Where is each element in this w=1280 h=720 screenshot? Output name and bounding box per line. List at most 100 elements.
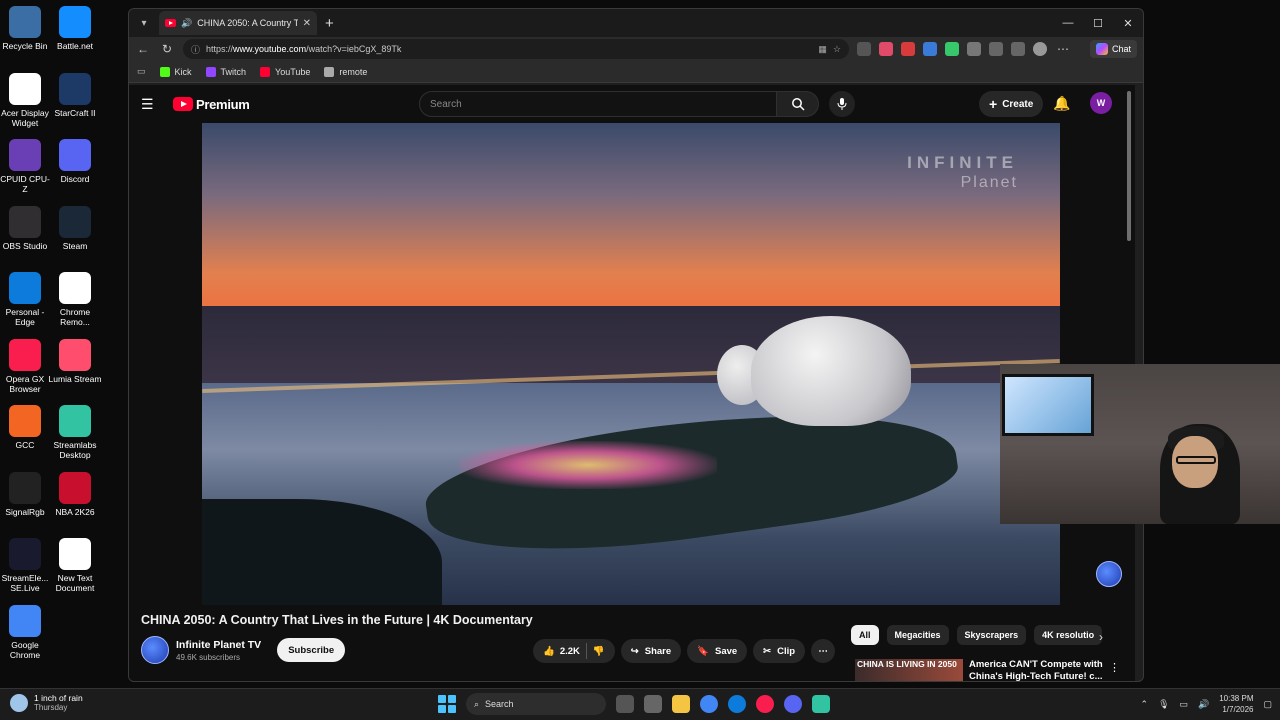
maximize-icon[interactable]: ☐ xyxy=(1083,9,1113,37)
opera-gx-icon[interactable] xyxy=(756,695,774,713)
desktop-icon[interactable]: StreamEle... SE.Live xyxy=(0,538,52,593)
favorite-twitch[interactable]: Twitch xyxy=(205,66,246,77)
desktop-icon[interactable]: Streamlabs Desktop xyxy=(48,405,102,460)
site-info-icon[interactable]: ⓘ xyxy=(191,43,200,56)
chip-megacities[interactable]: Megacities xyxy=(886,625,949,645)
create-button[interactable]: + Create xyxy=(979,91,1044,117)
profile-icon[interactable] xyxy=(1033,42,1047,56)
extension-icon-5[interactable] xyxy=(945,42,959,56)
extension-icon-2[interactable] xyxy=(879,42,893,56)
chip-4k-resolution[interactable]: 4K resolutio xyxy=(1034,625,1103,645)
more-menu-icon[interactable]: ⋯ xyxy=(1055,42,1071,56)
channel-watermark-globe-icon[interactable] xyxy=(1096,561,1122,587)
edge-icon[interactable] xyxy=(728,695,746,713)
desktop-icon[interactable]: Personal - Edge xyxy=(0,272,52,327)
share-button[interactable]: ↪ Share xyxy=(620,639,682,663)
video-player[interactable]: INFINITE Planet xyxy=(202,123,1060,605)
chip-skyscrapers[interactable]: Skyscrapers xyxy=(956,625,1027,645)
weather-widget[interactable]: 1 inch of rain Thursday xyxy=(10,693,83,712)
split-screen-icon[interactable]: ▦ xyxy=(818,44,827,55)
close-window-icon[interactable]: ✕ xyxy=(1113,9,1143,37)
desktop-icon[interactable]: StarCraft II xyxy=(48,72,102,118)
desktop-icon[interactable]: Google Chrome xyxy=(0,604,52,660)
tab-youtube[interactable]: 🔊 CHINA 2050: A Country That L ✕ xyxy=(159,11,317,35)
tab-search-icon[interactable]: ▭ xyxy=(137,66,146,77)
search-input[interactable] xyxy=(419,91,777,117)
recommended-title[interactable]: America CAN'T Compete with China's High-… xyxy=(969,659,1125,681)
youtube-premium-logo[interactable]: Premium xyxy=(173,97,250,112)
tray-chevron-up-icon[interactable]: ⌃ xyxy=(1141,699,1149,710)
desktop-icon[interactable]: New Text Document xyxy=(48,538,102,593)
clip-button[interactable]: ✂ Clip xyxy=(753,639,806,663)
widgets-icon[interactable] xyxy=(644,695,662,713)
streamlabs-icon[interactable] xyxy=(812,695,830,713)
scrollbar-thumb[interactable] xyxy=(1127,91,1131,241)
save-button[interactable]: 🔖 Save xyxy=(687,639,748,663)
chip-all[interactable]: All xyxy=(851,625,879,645)
extension-icon-1[interactable] xyxy=(857,42,871,56)
favorites-icon[interactable] xyxy=(1011,42,1025,56)
recommended-video[interactable]: CHINA IS LIVING IN 2050 America CAN'T Co… xyxy=(855,659,1125,681)
desktop-icon[interactable]: OBS Studio xyxy=(0,205,52,251)
minimize-icon[interactable]: — xyxy=(1053,9,1083,37)
favorite-kick[interactable]: Kick xyxy=(159,66,192,77)
extensions-puzzle-icon[interactable] xyxy=(989,42,1003,56)
chat-button[interactable]: Chat xyxy=(1089,40,1137,58)
extension-icon-3[interactable] xyxy=(901,42,915,56)
file-explorer-icon[interactable] xyxy=(672,695,690,713)
tab-actions-chevron-icon[interactable]: ▾ xyxy=(133,12,155,34)
task-view-icon[interactable] xyxy=(616,695,634,713)
desktop-icon[interactable]: Recycle Bin xyxy=(0,6,52,51)
desktop-icon[interactable]: Opera GX Browser xyxy=(0,338,52,394)
desktop-icon[interactable]: Chrome Remo... xyxy=(48,272,102,327)
favorite-star-icon[interactable]: ☆ xyxy=(833,44,841,55)
account-avatar[interactable]: W xyxy=(1090,92,1112,114)
menu-hamburger-icon[interactable]: ☰ xyxy=(141,96,155,113)
kick-icon xyxy=(159,66,170,77)
extension-icon-4[interactable] xyxy=(923,42,937,56)
tray-volume-icon[interactable]: 🔊 xyxy=(1198,699,1209,710)
more-actions-button[interactable]: ⋯ xyxy=(811,639,836,663)
desktop-app-icon xyxy=(59,72,91,105)
search-button[interactable] xyxy=(777,91,819,117)
url-field[interactable]: ⓘ https://www.youtube.com/watch?v=iebCgX… xyxy=(183,39,849,59)
back-arrow-icon[interactable]: ← xyxy=(135,42,151,56)
desktop-icon[interactable]: Discord xyxy=(48,139,102,184)
favorite-remote[interactable]: remote xyxy=(324,66,367,77)
tab-close-icon[interactable]: ✕ xyxy=(303,18,311,29)
extension-icon-6[interactable] xyxy=(967,42,981,56)
channel-name[interactable]: Infinite Planet TV xyxy=(176,639,261,651)
desktop-icon[interactable]: NBA 2K26 xyxy=(48,471,102,517)
desktop-icon[interactable]: SignalRgb xyxy=(0,471,52,517)
subscribe-button[interactable]: Subscribe xyxy=(277,638,346,662)
speaker-icon[interactable]: 🔊 xyxy=(181,18,192,29)
youtube-header: ☰ Premium + Create 🔔 W xyxy=(129,85,1135,123)
like-button[interactable]: 👍 2.2K xyxy=(543,646,580,657)
discord-icon[interactable] xyxy=(784,695,802,713)
like-count: 2.2K xyxy=(559,645,580,657)
voice-search-button[interactable] xyxy=(829,91,855,117)
taskbar-search[interactable]: ⌕ Search xyxy=(466,693,606,715)
channel-avatar[interactable] xyxy=(141,636,169,664)
desktop-icon[interactable]: Steam xyxy=(48,205,102,251)
notification-icon[interactable]: ▢ xyxy=(1263,699,1272,710)
refresh-icon[interactable]: ↻ xyxy=(159,42,175,56)
notifications-bell-icon[interactable]: 🔔 xyxy=(1053,95,1070,112)
clock[interactable]: 10:38 PM 1/7/2026 xyxy=(1219,693,1253,715)
desktop-app-icon xyxy=(9,604,41,637)
desktop-icon[interactable]: Battle.net xyxy=(48,6,102,51)
desktop-icon[interactable]: Acer Display Widget xyxy=(0,72,52,128)
desktop-icon[interactable]: Lumia Stream xyxy=(48,338,102,384)
desktop-icon[interactable]: CPUID CPU-Z xyxy=(0,139,52,194)
recommended-more-icon[interactable]: ⋮ xyxy=(1109,661,1120,674)
new-tab-icon[interactable]: + xyxy=(325,15,334,32)
desktop-icon[interactable]: GCC xyxy=(0,405,52,450)
chips-next-chevron-icon[interactable]: › xyxy=(1099,630,1103,644)
chrome-icon[interactable] xyxy=(700,695,718,713)
start-windows-icon[interactable] xyxy=(438,695,456,713)
favorite-youtube[interactable]: YouTube xyxy=(260,66,310,77)
tray-mic-icon[interactable]: 🎙 xyxy=(1158,699,1169,710)
tray-network-icon[interactable]: ▭ xyxy=(1180,699,1189,710)
thumbs-down-icon[interactable]: 👎 xyxy=(593,646,605,657)
recommended-thumbnail[interactable]: CHINA IS LIVING IN 2050 xyxy=(855,659,963,681)
